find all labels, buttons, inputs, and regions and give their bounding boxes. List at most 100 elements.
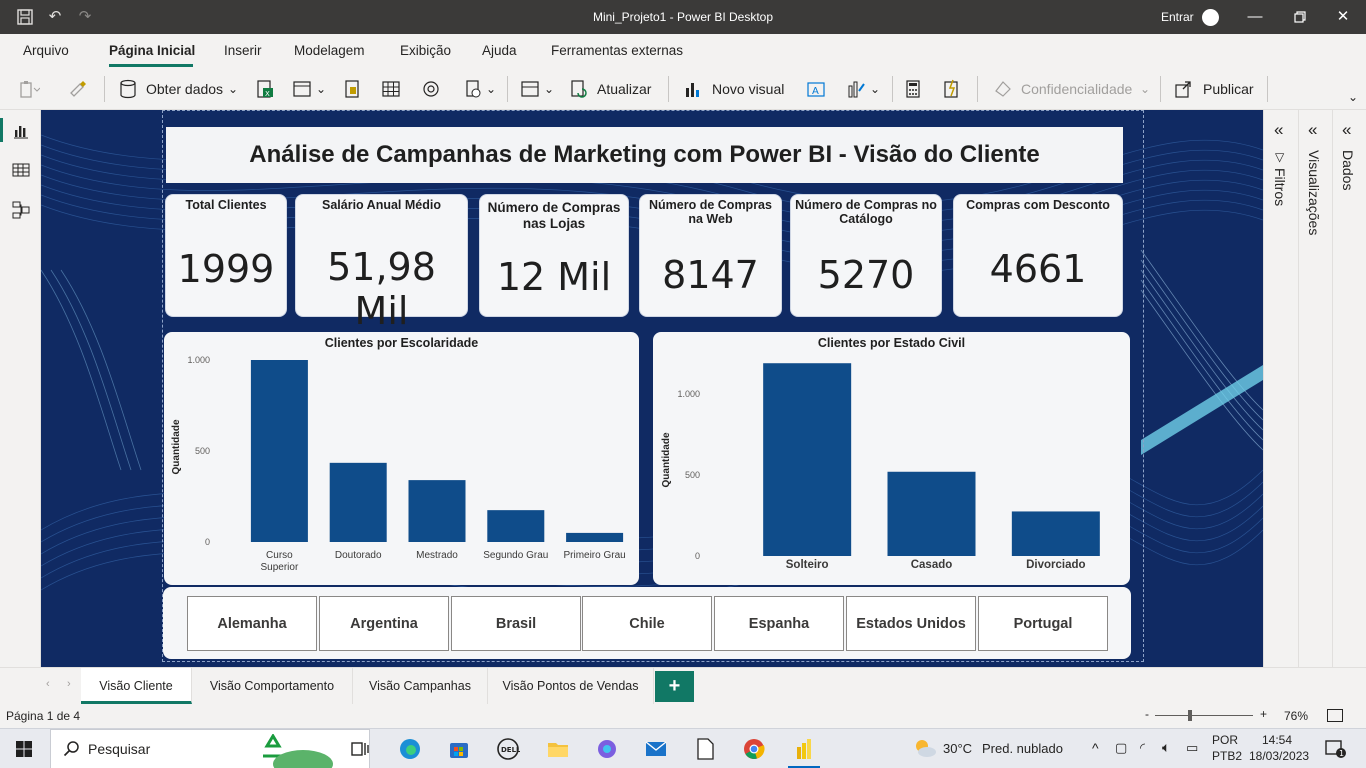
clock-time[interactable]: 14:54	[1262, 733, 1292, 747]
tab-ajuda[interactable]: Ajuda	[482, 43, 517, 58]
slicer-button-chile[interactable]: Chile	[582, 596, 712, 651]
kpi-card[interactable]: Compras com Desconto 4661	[953, 194, 1123, 317]
filters-label[interactable]: Filtros	[1272, 168, 1288, 206]
visualizations-label[interactable]: Visualizações	[1306, 150, 1322, 235]
add-page-button[interactable]: +	[655, 671, 694, 702]
publish-button[interactable]: Publicar	[1203, 78, 1254, 100]
report-view-icon[interactable]	[12, 122, 30, 140]
paste-icon[interactable]	[18, 80, 41, 100]
quick-measure-icon[interactable]	[941, 79, 961, 99]
tab-ferramentas-externas[interactable]: Ferramentas externas	[551, 43, 683, 58]
data-pane[interactable]: « Dados	[1332, 110, 1366, 668]
show-hidden-icons-icon[interactable]: ^	[1092, 740, 1099, 756]
model-view-icon[interactable]	[12, 201, 30, 219]
kpi-card[interactable]: Número de Compras na Web 8147	[639, 194, 782, 317]
transform-data-icon[interactable]	[463, 79, 483, 99]
sign-in-link[interactable]: Entrar	[1161, 10, 1194, 24]
ribbon-collapse-icon[interactable]: ⌄	[1348, 90, 1366, 110]
expand-chevron-icon[interactable]: «	[1342, 120, 1351, 140]
device-icon[interactable]: ▢	[1115, 740, 1127, 756]
kpi-card[interactable]: Total Clientes 1999	[165, 194, 287, 317]
tab-pagina-inicial[interactable]: Página Inicial	[109, 43, 195, 58]
chevron-down-icon[interactable]: ⌄	[870, 82, 890, 102]
minimize-button[interactable]: —	[1244, 6, 1266, 28]
dell-icon[interactable]: DELL	[496, 737, 521, 761]
chart-education[interactable]: Clientes por Escolaridade 1.000 500 0 Quant…	[164, 332, 639, 585]
battery-icon[interactable]: ▭	[1186, 740, 1198, 756]
chevron-down-icon[interactable]: ⌄	[228, 82, 248, 102]
chrome-icon[interactable]	[742, 737, 766, 761]
transform-icon[interactable]	[520, 79, 540, 99]
page-tab-visao-pontos-de-vendas[interactable]: Visão Pontos de Vendas	[488, 668, 654, 704]
slicer-button-argentina[interactable]: Argentina	[319, 596, 449, 651]
slicer-button-brasil[interactable]: Brasil	[451, 596, 581, 651]
notifications-icon[interactable]: 1	[1324, 739, 1348, 764]
windows-start-icon[interactable]	[16, 741, 32, 762]
page-tab-visao-campanhas[interactable]: Visão Campanhas	[353, 668, 488, 704]
document-icon[interactable]	[693, 737, 717, 761]
tab-exibicao[interactable]: Exibição	[400, 43, 451, 58]
edge-icon[interactable]	[398, 737, 422, 761]
new-visual-button[interactable]: Novo visual	[712, 78, 784, 100]
zoom-in-button[interactable]: +	[1260, 707, 1267, 721]
expand-chevron-icon[interactable]: «	[1308, 120, 1317, 140]
get-data-button[interactable]: Obter dados	[146, 78, 223, 100]
chevron-down-icon[interactable]: ⌄	[316, 82, 336, 102]
more-visuals-icon[interactable]	[846, 79, 866, 99]
clock-date[interactable]: 18/03/2023	[1249, 749, 1309, 763]
zoom-slider-thumb[interactable]	[1188, 710, 1192, 721]
zoom-out-button[interactable]: -	[1145, 707, 1149, 721]
recent-sources-icon[interactable]	[421, 79, 441, 99]
slicer-button-estados-unidos[interactable]: Estados Unidos	[846, 596, 976, 651]
refresh-icon[interactable]	[569, 79, 589, 99]
dataverse-icon[interactable]	[342, 79, 362, 99]
publish-icon[interactable]	[1174, 79, 1194, 99]
prev-page-icon[interactable]: ‹	[46, 678, 50, 690]
tab-arquivo[interactable]: Arquivo	[23, 43, 69, 58]
kpi-card[interactable]: Número de Compras nas Lojas 12 Mil	[479, 194, 629, 317]
tab-modelagem[interactable]: Modelagem	[294, 43, 365, 58]
language-indicator[interactable]: POR	[1212, 733, 1238, 747]
chart-marital-status[interactable]: Clientes por Estado Civil 1.000 500 0 Quant…	[653, 332, 1130, 585]
database-icon[interactable]	[118, 79, 138, 99]
refresh-button[interactable]: Atualizar	[597, 78, 651, 100]
slicer-button-alemanha[interactable]: Alemanha	[187, 596, 317, 651]
slicer-button-portugal[interactable]: Portugal	[978, 596, 1108, 651]
restore-button[interactable]	[1289, 6, 1311, 28]
filters-pane[interactable]: « ▽ Filtros	[1263, 110, 1298, 668]
next-page-icon[interactable]: ›	[67, 678, 71, 690]
task-view-icon[interactable]	[348, 737, 372, 761]
table-icon[interactable]	[381, 79, 401, 99]
file-explorer-icon[interactable]	[546, 737, 570, 761]
close-button[interactable]: ✕	[1332, 6, 1354, 28]
chevron-down-icon[interactable]: ⌄	[486, 82, 506, 102]
taskbar-search[interactable]: Pesquisar	[50, 729, 370, 768]
excel-icon[interactable]: X	[255, 79, 275, 99]
new-visual-icon[interactable]	[683, 79, 703, 99]
page-tab-visao-cliente[interactable]: Visão Cliente	[81, 668, 192, 704]
chevron-down-icon[interactable]: ⌄	[544, 82, 564, 102]
slicer-button-espanha[interactable]: Espanha	[714, 596, 844, 651]
weather-desc[interactable]: Pred. nublado	[982, 741, 1063, 756]
store-icon[interactable]	[447, 737, 471, 761]
power-bi-icon[interactable]	[791, 737, 815, 761]
zoom-slider[interactable]	[1155, 715, 1253, 716]
data-view-icon[interactable]	[12, 161, 30, 179]
dataflow-icon[interactable]	[292, 79, 312, 99]
visualizations-pane[interactable]: « Visualizações	[1298, 110, 1332, 668]
data-label[interactable]: Dados	[1340, 150, 1356, 190]
text-box-icon[interactable]: A	[806, 79, 826, 99]
account-avatar[interactable]	[1202, 9, 1219, 26]
copilot-icon[interactable]	[595, 737, 619, 761]
weather-temp[interactable]: 30°C	[943, 741, 972, 756]
weather-icon[interactable]	[912, 738, 938, 763]
volume-icon[interactable]: 🔈︎	[1162, 739, 1170, 756]
kpi-card[interactable]: Número de Compras no Catálogo 5270	[790, 194, 942, 317]
keyboard-layout[interactable]: PTB2	[1212, 749, 1242, 763]
page-tab-visao-comportamento[interactable]: Visão Comportamento	[192, 668, 353, 704]
kpi-card[interactable]: Salário Anual Médio 51,98 Mil	[295, 194, 468, 333]
new-measure-icon[interactable]	[903, 79, 923, 99]
fit-to-page-icon[interactable]	[1327, 709, 1343, 722]
wifi-icon[interactable]: ◜	[1140, 740, 1145, 756]
mail-icon[interactable]	[644, 737, 668, 761]
